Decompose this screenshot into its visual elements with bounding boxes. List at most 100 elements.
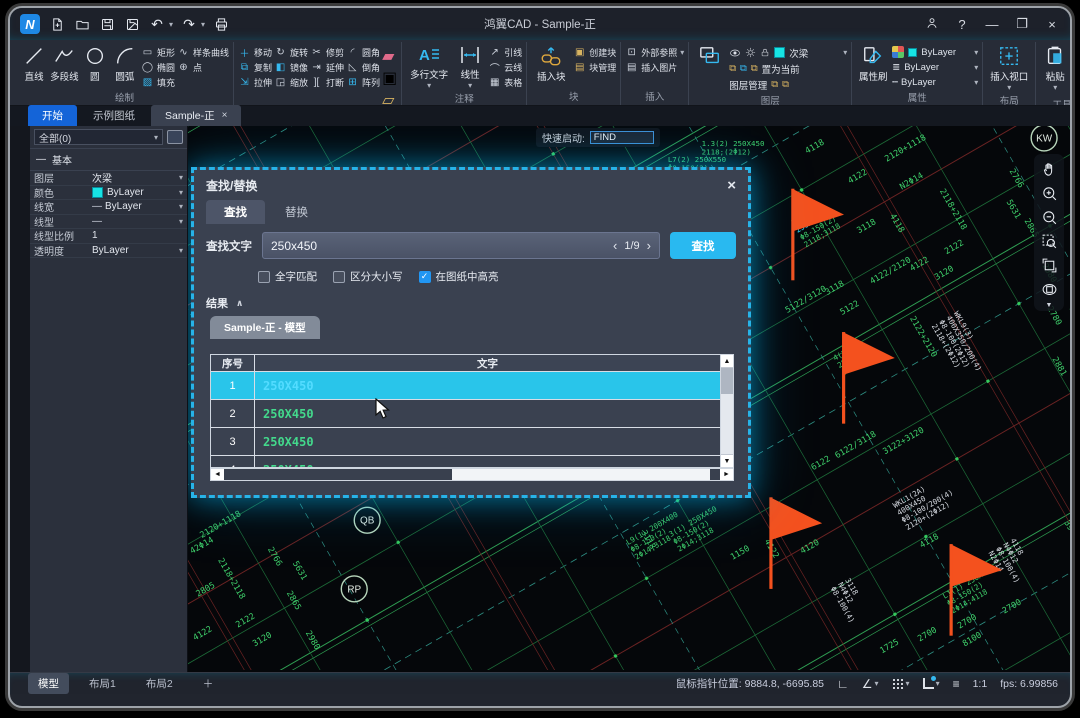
layout2-tab[interactable]: 布局2 (136, 673, 183, 694)
linetype-dropdown-icon[interactable]: ▾ (974, 78, 978, 87)
next-result-icon[interactable]: › (647, 238, 651, 253)
vertical-scrollbar[interactable]: ▲ ▼ (720, 355, 733, 467)
table-row[interactable]: 4250X450 (211, 456, 720, 467)
table-row[interactable]: 1250X450 (211, 372, 720, 400)
zoom-in-button[interactable] (1038, 183, 1060, 204)
color-control[interactable]: ByLayer▾ (892, 45, 978, 59)
results-doc-tab[interactable]: Sample-正 - 模型 (210, 316, 320, 339)
tab-current-document[interactable]: Sample-正× (151, 105, 241, 126)
set-current-layer-button[interactable]: 置为当前 (762, 62, 800, 76)
new-file-button[interactable] (48, 15, 66, 33)
grid-toggle-icon[interactable]: ▾ (892, 678, 910, 690)
selection-filter-dropdown[interactable]: 全部(0) ▾ (34, 129, 163, 145)
paste-tool[interactable]: 粘贴▾ (1040, 43, 1070, 92)
table-row[interactable]: 2250X450 (211, 400, 720, 428)
layer-util-icon[interactable]: ⧉ (751, 63, 758, 74)
revcloud-tool[interactable]: ⌒云线 (488, 60, 522, 74)
move-tool[interactable]: ＋移动 (238, 45, 272, 59)
mtext-dropdown-icon[interactable]: ▾ (427, 81, 431, 90)
line-tool[interactable]: 直线 (20, 43, 48, 83)
undo-dropdown-icon[interactable]: ▾ (169, 20, 173, 29)
paste-dropdown-icon[interactable]: ▾ (1053, 83, 1057, 92)
orbit-button[interactable] (1038, 279, 1060, 300)
ortho-toggle-icon[interactable]: ∟ (837, 677, 849, 691)
trim-tool[interactable]: ✂修剪 (310, 45, 344, 59)
zoom-window-button[interactable] (1038, 231, 1060, 252)
tab-replace[interactable]: 替换 (267, 200, 326, 224)
block-manager-tool[interactable]: ▤块管理 (573, 60, 616, 74)
add-layout-button[interactable]: ＋ (193, 673, 224, 694)
property-row-layer[interactable]: 图层次梁▾ (30, 171, 187, 186)
scale-indicator[interactable]: 1:1 (973, 678, 988, 690)
prev-result-icon[interactable]: ‹ (613, 238, 617, 253)
drawing-canvas[interactable]: 41182120+11184122N2Φ14311821224122/21204… (188, 126, 1070, 672)
layer-util-icon[interactable]: ⧉ (729, 63, 736, 74)
quick-launch-input[interactable] (590, 131, 654, 144)
redo-button[interactable]: ↷ (180, 15, 198, 33)
basic-section-header[interactable]: — 基本 (30, 148, 187, 171)
mirror-tool[interactable]: ◧镜像 (274, 60, 308, 74)
save-button[interactable] (98, 15, 116, 33)
property-row-lineweight[interactable]: 线宽—ByLayer▾ (30, 200, 187, 215)
table-tool[interactable]: ▦表格 (488, 75, 522, 89)
pan-button[interactable] (1038, 159, 1060, 180)
chamfer-tool[interactable]: ◺倒角 (346, 60, 380, 74)
undo-button[interactable]: ↶ (148, 15, 166, 33)
print-button[interactable] (212, 15, 230, 33)
model-tab[interactable]: 模型 (28, 673, 69, 694)
polyline-tool[interactable]: 多段线 (50, 43, 79, 83)
table-row[interactable]: 3250X450 (211, 428, 720, 456)
layer-util-icon[interactable]: ⧉ (771, 79, 778, 90)
scroll-left-icon[interactable]: ◄ (211, 469, 224, 480)
tab-find[interactable]: 查找 (206, 200, 265, 224)
current-layer-name[interactable]: 次梁 (789, 46, 808, 60)
checkbox-highlight[interactable]: ✓在图纸中高亮 (419, 269, 499, 284)
break-tool[interactable]: ][打断 (310, 75, 344, 89)
layer-dropdown-icon[interactable]: ▾ (843, 48, 847, 57)
layout1-tab[interactable]: 布局1 (79, 673, 126, 694)
property-row-color[interactable]: 颜色ByLayer▾ (30, 186, 187, 201)
fillet-tool[interactable]: ◜圆角 (346, 45, 380, 59)
rotate-tool[interactable]: ↻旋转 (274, 45, 308, 59)
layer-util-icon[interactable]: ⧉ (740, 63, 747, 74)
redo-dropdown-icon[interactable]: ▾ (201, 20, 205, 29)
zoom-out-button[interactable] (1038, 207, 1060, 228)
close-button[interactable]: × (1044, 17, 1060, 32)
rectangle-tool[interactable]: ▭矩形 (141, 45, 175, 59)
hatch-tool[interactable]: ▨填充 (141, 75, 175, 89)
vertical-scroll-thumb[interactable] (721, 368, 733, 394)
status-menu-icon[interactable]: ≡ (953, 677, 960, 691)
account-icon[interactable] (924, 16, 940, 33)
xref-tool[interactable]: ⊡外部参照▾ (625, 45, 684, 59)
circle-tool[interactable]: 圆 (81, 43, 109, 83)
layer-visibility-icon[interactable] (729, 48, 741, 58)
scroll-down-icon[interactable]: ▼ (721, 454, 733, 467)
color-dropdown-icon[interactable]: ▾ (974, 48, 978, 57)
lineweight-dropdown-icon[interactable]: ▾ (974, 63, 978, 72)
insert-block-tool[interactable]: 插入块 (531, 43, 571, 83)
zoom-extents-button[interactable] (1038, 255, 1060, 276)
property-row-transparency[interactable]: 透明度ByLayer▾ (30, 244, 187, 259)
match-properties-tool[interactable]: 属性刷 (856, 43, 890, 83)
find-text-input[interactable] (271, 239, 613, 253)
horizontal-scroll-thumb[interactable] (452, 469, 710, 480)
stretch-tool[interactable]: ⇲拉伸 (238, 75, 272, 89)
quick-select-icon[interactable] (167, 130, 183, 144)
layer-util-icon[interactable]: ⧉ (782, 79, 789, 90)
results-collapse-icon[interactable]: ∧ (236, 298, 243, 309)
layer-manager-label[interactable]: 图层管理 (729, 78, 767, 92)
find-button[interactable]: 查找 (670, 232, 736, 259)
erase-tool[interactable]: ▰ (382, 46, 397, 66)
layer-color-swatch[interactable] (774, 47, 785, 58)
tab-start[interactable]: 开始 (28, 105, 77, 126)
ellipse-tool[interactable]: ◯椭圆 (141, 60, 175, 74)
lineweight-control[interactable]: ≣ByLayer▾ (892, 60, 978, 74)
save-as-button[interactable] (123, 15, 141, 33)
checkbox-whole-word[interactable]: 全字匹配 (258, 269, 317, 284)
layer-manager-tool[interactable] (693, 43, 727, 67)
horizontal-scrollbar[interactable]: ◄ ► (210, 468, 734, 481)
open-file-button[interactable] (73, 15, 91, 33)
mtext-tool[interactable]: A多行文字▾ (406, 43, 452, 90)
extend-tool[interactable]: ⇥延伸 (310, 60, 344, 74)
linetype-control[interactable]: ┅ByLayer▾ (892, 75, 978, 89)
